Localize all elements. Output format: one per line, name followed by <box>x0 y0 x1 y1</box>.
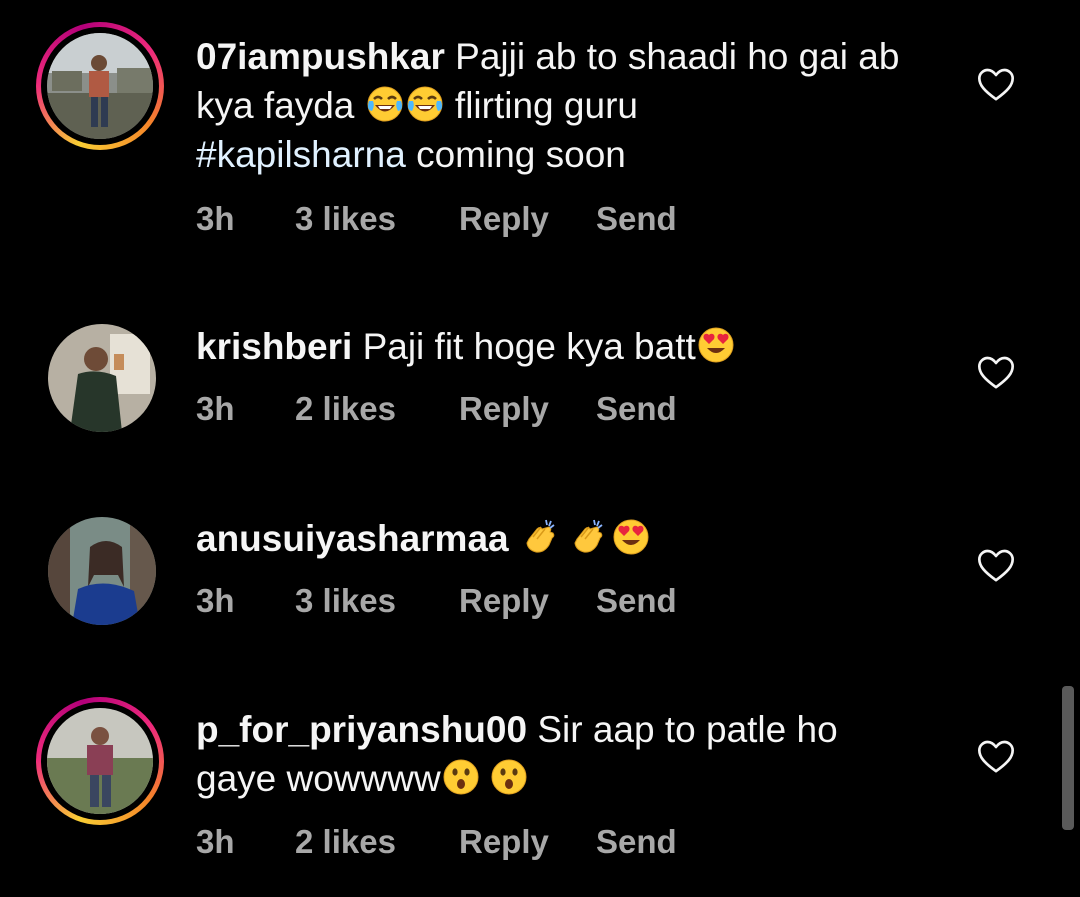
heart-outline-icon[interactable] <box>975 737 1017 777</box>
comment-text: p_for_priyanshu00 Sir aap to patle ho gay… <box>196 705 916 803</box>
heart-outline-icon[interactable] <box>975 546 1017 586</box>
comment-username[interactable]: 07iampushkar <box>196 36 445 77</box>
comment-time: 3h <box>196 823 235 860</box>
comment-username[interactable]: krishberi <box>196 326 352 367</box>
avatar-story-ring[interactable] <box>36 22 164 150</box>
hashtag-link[interactable]: #kapilsharna <box>196 134 406 175</box>
avatar <box>47 708 153 814</box>
comment-body: gaye wowwww <box>196 758 441 799</box>
astonished-emoji <box>441 757 481 797</box>
avatar[interactable] <box>48 517 156 625</box>
clapping-hands-emoji <box>519 517 559 557</box>
reply-button[interactable]: Reply <box>459 389 549 429</box>
avatar-story-ring[interactable] <box>36 697 164 825</box>
comment-time: 3h <box>196 582 235 619</box>
comment-time: 3h <box>196 390 235 427</box>
comment-body: coming soon <box>405 134 626 175</box>
comment-likes[interactable]: 2 likes <box>295 822 396 862</box>
comment-time: 3h <box>196 200 235 237</box>
heart-outline-icon[interactable] <box>975 65 1017 105</box>
avatar-photo <box>48 517 156 625</box>
reply-button[interactable]: Reply <box>459 581 549 621</box>
scrollbar[interactable] <box>1062 686 1074 830</box>
comment-likes[interactable]: 2 likes <box>295 389 396 429</box>
send-button[interactable]: Send <box>596 822 677 862</box>
comment-body: flirting guru <box>444 85 638 126</box>
clapping-hands-emoji <box>567 517 607 557</box>
reply-button[interactable]: Reply <box>459 199 549 239</box>
avatar-photo <box>48 324 156 432</box>
heart-eyes-emoji <box>611 517 651 557</box>
comment-username[interactable]: p_for_priyanshu00 <box>196 709 527 750</box>
joy-emoji <box>365 84 405 124</box>
reply-button[interactable]: Reply <box>459 822 549 862</box>
joy-emoji <box>405 84 445 124</box>
comment-body <box>509 518 519 559</box>
comment-likes[interactable]: 3 likes <box>295 199 396 239</box>
heart-eyes-emoji <box>696 325 736 365</box>
comment-text: anusuiyasharmaa <box>196 514 916 563</box>
comment-username[interactable]: anusuiyasharmaa <box>196 518 509 559</box>
heart-outline-icon[interactable] <box>975 353 1017 393</box>
astonished-emoji <box>489 757 529 797</box>
comment-text: krishberi Paji fit hoge kya batt <box>196 322 916 371</box>
comment-body: Sir aap to patle ho <box>527 709 838 750</box>
send-button[interactable]: Send <box>596 199 677 239</box>
comment-body: Paji fit hoge kya batt <box>352 326 696 367</box>
avatar-photo <box>47 33 153 139</box>
send-button[interactable]: Send <box>596 581 677 621</box>
avatar[interactable] <box>48 324 156 432</box>
avatar <box>47 33 153 139</box>
avatar-photo <box>47 708 153 814</box>
comment-likes[interactable]: 3 likes <box>295 581 396 621</box>
send-button[interactable]: Send <box>596 389 677 429</box>
comment-text: 07iampushkar Pajji ab to shaadi ho gai a… <box>196 32 916 179</box>
